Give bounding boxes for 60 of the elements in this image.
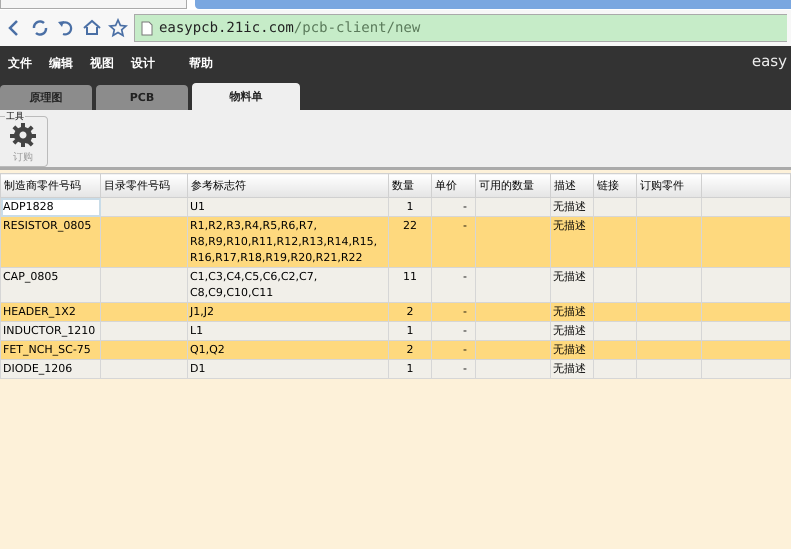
table-cell: 1 [388,198,432,216]
table-cell: R1,R2,R3,R4,R5,R6,R7, R8,R9,R10,R11,R12,R13,R14,R15, R16,R17,R18,R19,R20,R21,R22 [188,216,388,268]
table-cell: 2 [388,302,432,322]
table-cell: - [432,322,476,340]
tab[interactable]: 原理图 [0,85,92,110]
star-icon[interactable] [108,18,128,38]
table-cell: - [432,302,476,322]
table-cell: 无描述 [550,360,594,378]
table-cell: 1 [388,322,432,340]
table-cell[interactable]: HEADER_1X2 [0,302,100,322]
column-header[interactable]: 数量 [388,174,432,198]
home-icon[interactable] [82,18,102,38]
table-cell: - [432,340,476,360]
menu-item[interactable]: 帮助 [189,54,213,72]
table-cell[interactable]: RESISTOR_0805 [0,216,100,268]
group-label: 工具 [5,110,25,123]
table-cell: 22 [388,216,432,268]
menu-item[interactable]: 文件 [8,54,32,72]
table-cell: D1 [188,360,388,378]
page-icon [141,20,153,36]
table-cell: 无描述 [550,216,594,268]
column-header[interactable]: 单价 [432,174,476,198]
table-cell: - [432,360,476,378]
menu-item[interactable]: 设计 [131,54,155,72]
table-cell: 无描述 [550,340,594,360]
address-bar[interactable]: easypcb.21ic.com/pcb-client/new [134,14,787,42]
column-header[interactable]: 目录零件号码 [100,174,188,198]
column-header[interactable]: 制造商零件号码 [0,174,100,198]
tab[interactable]: PCB [96,85,188,110]
table-cell[interactable]: ADP1828 [0,198,100,216]
column-header[interactable]: 参考标志符 [188,174,388,198]
table-cell: 2 [388,340,432,360]
table-cell: - [432,198,476,216]
table-cell: C1,C3,C4,C5,C6,C2,C7, C8,C9,C10,C11 [188,268,388,302]
table-cell: - [432,268,476,302]
table-cell: J1,J2 [188,302,388,322]
table-cell: Q1,Q2 [188,340,388,360]
table-cell: 无描述 [550,302,594,322]
table-cell[interactable]: INDUCTOR_1210 [0,322,100,340]
column-header[interactable]: 链接 [594,174,636,198]
column-header[interactable]: 可用的数量 [476,174,550,198]
table-cell: - [432,216,476,268]
table-cell[interactable]: FET_NCH_SC-75 [0,340,100,360]
table-cell[interactable]: DIODE_1206 [0,360,100,378]
menu-item[interactable]: 编辑 [49,54,73,72]
table-cell: 无描述 [550,198,594,216]
table-cell: U1 [188,198,388,216]
table-cell[interactable]: CAP_0805 [0,268,100,302]
column-header[interactable]: 订购零件 [636,174,702,198]
menu-item[interactable]: 视图 [90,54,114,72]
table-cell: 1 [388,360,432,378]
reload-icon[interactable] [30,18,50,38]
table-cell: 无描述 [550,268,594,302]
brand-logo: easy [752,51,788,70]
column-header[interactable]: 描述 [550,174,594,198]
table-cell: 11 [388,268,432,302]
tab[interactable]: 物料单 [192,83,300,110]
table-cell: 无描述 [550,322,594,340]
gear-icon [10,122,36,148]
table-cell: L1 [188,322,388,340]
